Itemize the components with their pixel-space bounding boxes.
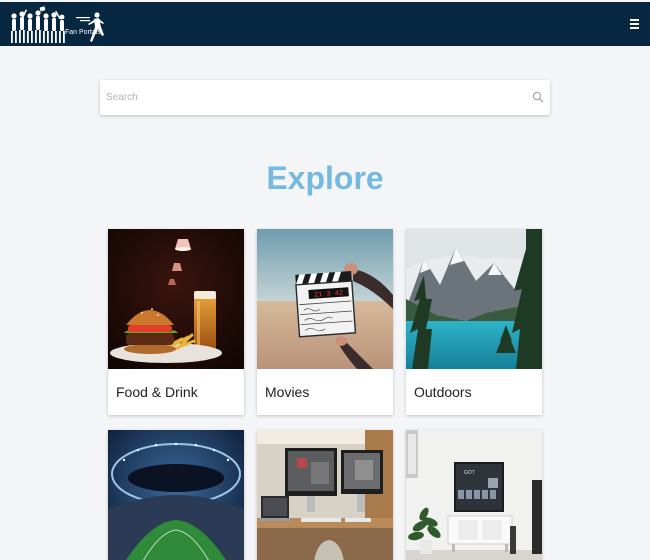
tv-living-room-photo: GOT — [406, 430, 542, 560]
navbar: Fan Portals — [0, 2, 650, 46]
fan-portals-logo[interactable] — [8, 5, 106, 45]
category-card-movies[interactable]: 21 3 42 Movies — [257, 229, 393, 415]
search-input[interactable] — [100, 80, 520, 115]
category-card-tv[interactable]: GOT — [406, 430, 542, 560]
clapperboard-desert-photo: 21 3 42 — [257, 229, 393, 369]
svg-text:GOT: GOT — [464, 470, 475, 476]
category-label: Movies — [265, 384, 310, 400]
category-card-sports[interactable] — [108, 430, 244, 560]
desk-monitors-photo — [257, 430, 393, 560]
category-card-outdoors[interactable]: Outdoors — [406, 229, 542, 415]
search-bar — [100, 80, 550, 115]
category-label: Outdoors — [414, 384, 472, 400]
search-icon[interactable] — [532, 91, 544, 103]
logo-text: Fan Portals — [65, 29, 101, 36]
hamburger-menu-icon[interactable] — [628, 17, 642, 31]
page-title: Explore — [266, 160, 384, 196]
category-label: Food & Drink — [116, 384, 198, 400]
stadium-photo — [108, 430, 244, 560]
burger-and-beer-photo — [108, 229, 244, 369]
category-card-tech[interactable] — [257, 430, 393, 560]
category-card-food-drink[interactable]: Food & Drink — [108, 229, 244, 415]
mountain-lake-photo — [406, 229, 542, 369]
